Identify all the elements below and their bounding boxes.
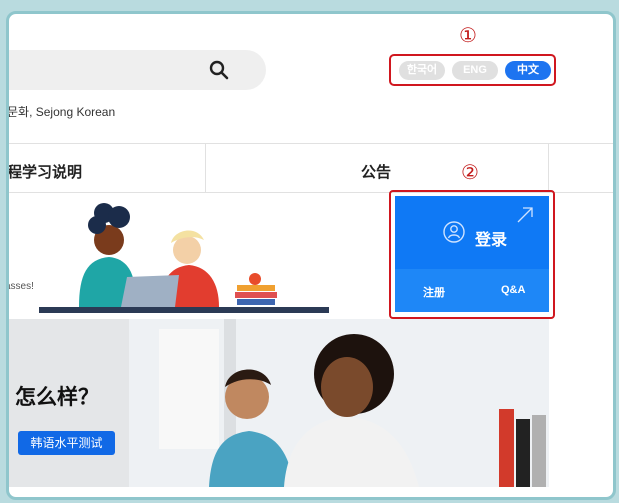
login-label: 登录 [475,232,508,249]
site-subtitle: 문화, Sejong Korean [7,105,116,119]
lang-english-button[interactable]: ENG [452,61,498,80]
lang-chinese-button[interactable]: 中文 [505,61,551,80]
login-button[interactable]: 登录 [395,196,549,269]
annotation-marker-2: ② [461,160,479,184]
user-icon [443,221,465,243]
banner-caption: asses! [6,281,34,292]
qa-link[interactable]: Q&A [501,284,525,296]
register-link[interactable]: 注册 [423,284,445,300]
nav-item-course-guide[interactable]: 程学习说明 [9,161,82,182]
promo-heading: 怎么样？ [15,386,99,409]
nav-separator [205,144,206,192]
annotation-marker-1: ① [459,23,477,47]
login-panel: 登录 注册 Q&A [389,190,555,319]
promo-banner[interactable]: 怎么样？ 韩语水平测试 [9,319,549,487]
login-subactions: 注册 Q&A [395,269,549,312]
search-bar[interactable] [9,50,266,90]
language-switcher: 한국어 ENG 中文 [389,54,556,86]
nav-item-notice[interactable]: 公告 [361,161,391,182]
banner-illustration [9,195,389,317]
search-icon[interactable] [209,60,229,80]
nav-separator [548,144,549,192]
level-test-button[interactable]: 韩语水平测试 [18,431,115,455]
external-arrow-icon [517,207,533,223]
lang-korean-button[interactable]: 한국어 [399,61,445,80]
page-frame: 문화, Sejong Korean ① 한국어 ENG 中文 程学习说明 公告 … [6,11,616,500]
nav-divider-top [9,143,613,144]
